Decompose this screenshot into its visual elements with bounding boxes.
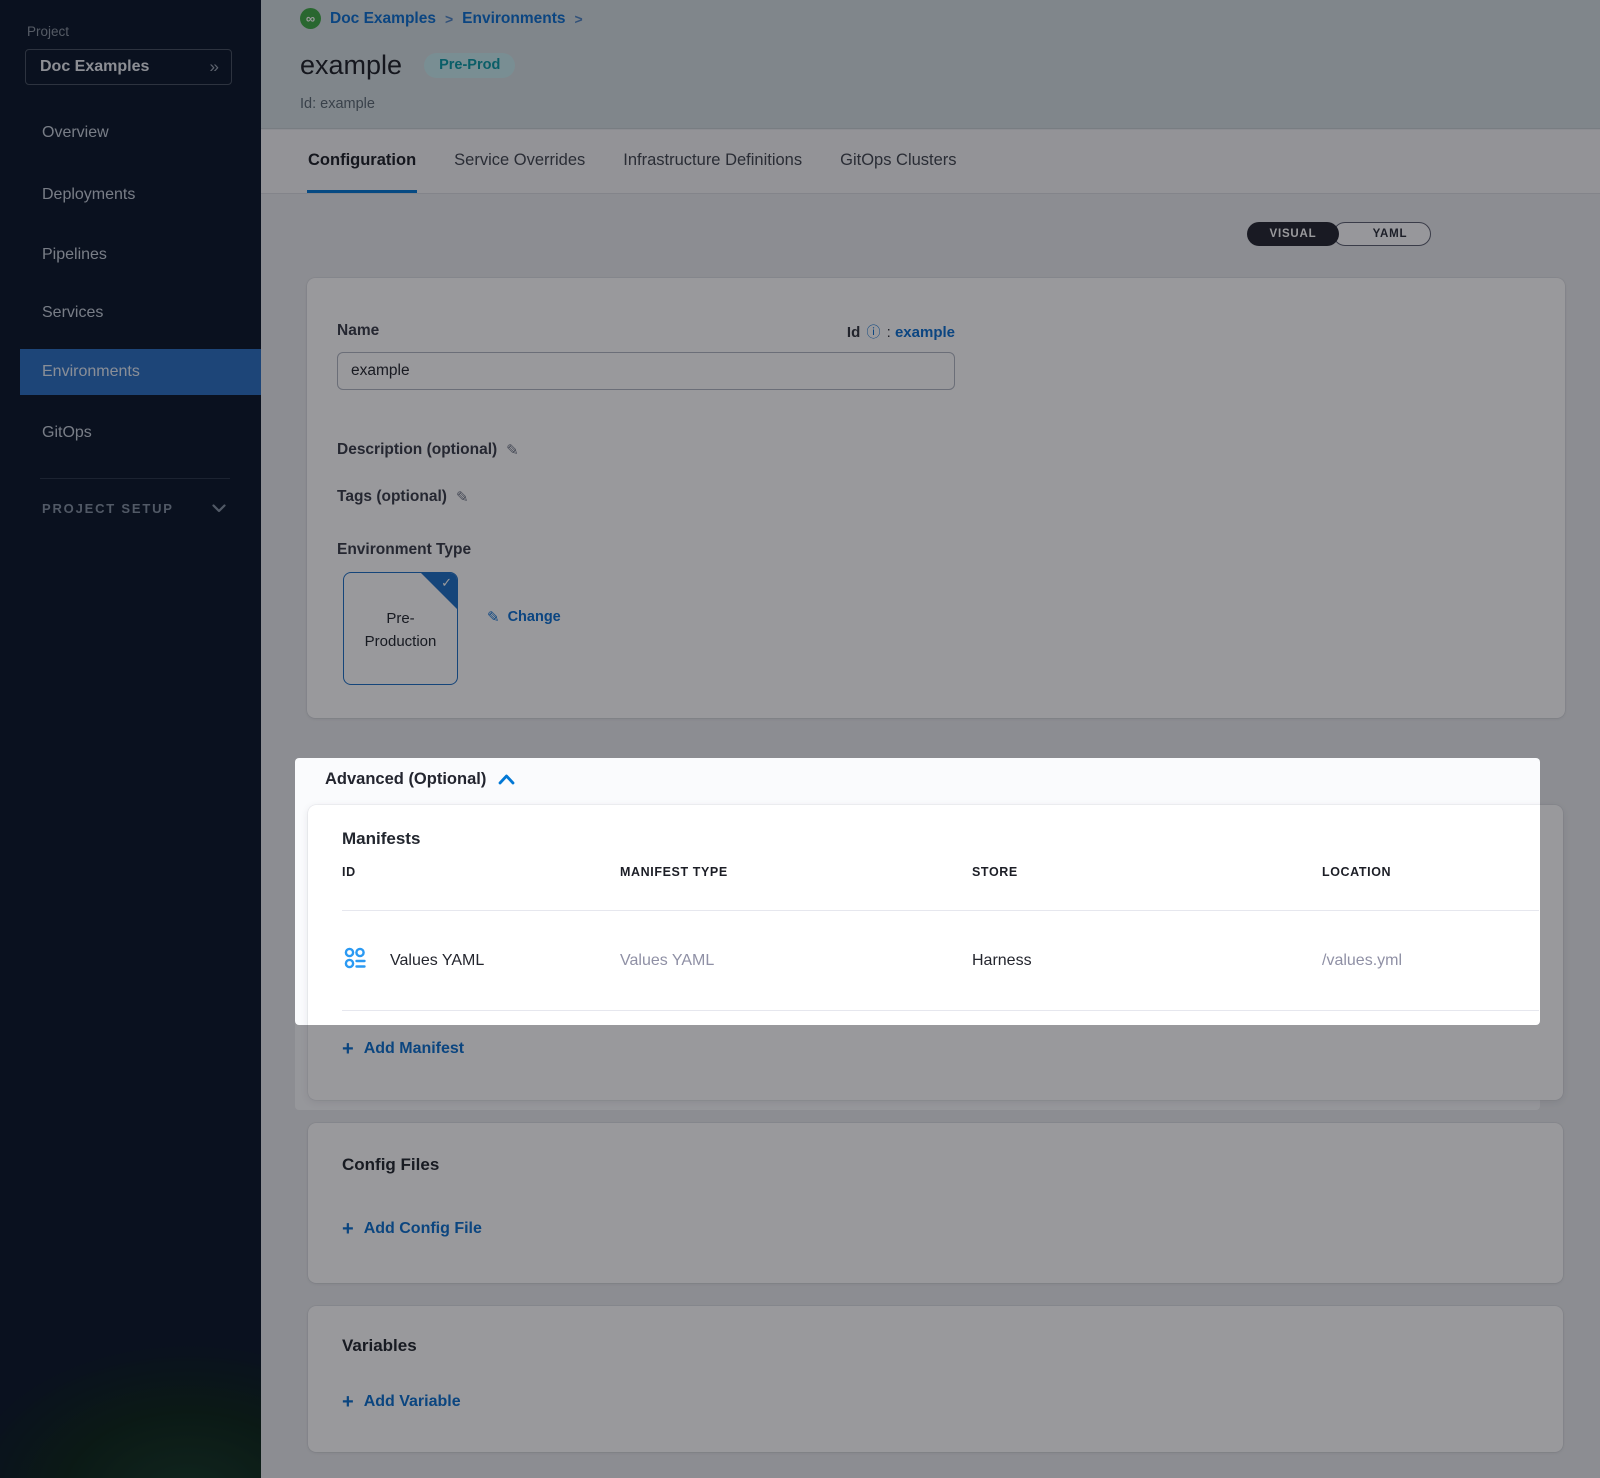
edit-icon: ✎	[487, 608, 500, 626]
sidebar-item-environments[interactable]: Environments	[20, 349, 261, 395]
manifest-location-cell: /values.yml	[1322, 952, 1402, 970]
name-input[interactable]	[337, 352, 955, 390]
breadcrumb-separator: >	[445, 11, 453, 27]
plus-icon: +	[342, 1039, 354, 1059]
column-header-store: STORE	[972, 865, 1018, 879]
visual-yaml-toggle: YAML VISUAL	[1247, 222, 1431, 246]
sidebar-item-overview[interactable]: Overview	[42, 120, 109, 146]
column-header-location: LOCATION	[1322, 865, 1391, 879]
description-label: Description (optional)	[337, 441, 497, 459]
edit-description-icon[interactable]: ✎	[506, 441, 519, 459]
id-colon: :	[887, 324, 891, 341]
config-files-card: Config Files + Add Config File	[308, 1123, 1563, 1283]
page-header: ∞ Doc Examples > Environments > example …	[261, 0, 1600, 129]
tab-configuration[interactable]: Configuration	[307, 130, 417, 193]
add-variable-label: Add Variable	[364, 1393, 461, 1411]
tab-bar: Configuration Service Overrides Infrastr…	[261, 130, 1600, 194]
entity-id: Id: example	[300, 96, 375, 112]
plus-icon: +	[342, 1219, 354, 1239]
id-row: Id ⓘ : example	[337, 322, 955, 342]
manifest-id-cell: Values YAML	[390, 952, 484, 970]
add-config-file-label: Add Config File	[364, 1220, 482, 1238]
sidebar-item-environments-label: Environments	[42, 349, 140, 395]
collapse-advanced-button[interactable]	[498, 774, 515, 785]
breadcrumb-separator: >	[575, 11, 583, 27]
tab-service-overrides[interactable]: Service Overrides	[453, 130, 586, 193]
env-type-value: Pre-Production	[344, 607, 457, 654]
id-prefix: Id	[847, 324, 860, 341]
chevron-up-icon	[498, 774, 515, 785]
sidebar-item-gitops[interactable]: GitOps	[42, 420, 92, 446]
id-value-link[interactable]: example	[895, 324, 955, 341]
sidebar-divider	[40, 478, 230, 479]
project-setup-section[interactable]: PROJECT SETUP	[42, 501, 226, 516]
change-env-type-button[interactable]: ✎ Change	[487, 608, 561, 626]
table-divider	[342, 910, 1539, 911]
toggle-yaml[interactable]: YAML	[1333, 222, 1431, 246]
sidebar-item-pipelines[interactable]: Pipelines	[42, 242, 107, 268]
description-row: Description (optional) ✎	[337, 441, 519, 459]
environment-form-card: Name Id ⓘ : example Description (optiona…	[307, 278, 1565, 718]
add-manifest-label: Add Manifest	[364, 1040, 464, 1058]
breadcrumb: ∞ Doc Examples > Environments >	[300, 8, 583, 29]
edit-tags-icon[interactable]: ✎	[456, 488, 469, 506]
check-icon: ✓	[441, 575, 452, 591]
harness-cd-icon: ∞	[300, 8, 321, 29]
add-variable-button[interactable]: + Add Variable	[342, 1392, 461, 1412]
project-label: Project	[27, 24, 69, 39]
tab-infrastructure-definitions[interactable]: Infrastructure Definitions	[622, 130, 803, 193]
toggle-visual[interactable]: VISUAL	[1247, 222, 1339, 246]
project-setup-label: PROJECT SETUP	[42, 501, 174, 516]
change-label: Change	[508, 609, 561, 625]
values-yaml-manifest-icon	[342, 945, 368, 971]
advanced-header: Advanced (Optional)	[325, 770, 515, 789]
chevron-down-icon	[212, 504, 226, 513]
variables-card: Variables + Add Variable	[308, 1306, 1563, 1452]
add-manifest-button[interactable]: + Add Manifest	[342, 1039, 464, 1059]
manifests-title: Manifests	[342, 829, 420, 849]
config-files-title: Config Files	[342, 1155, 439, 1175]
column-header-manifest-type: MANIFEST TYPE	[620, 865, 728, 879]
page-title: example	[300, 50, 402, 81]
tab-gitops-clusters[interactable]: GitOps Clusters	[839, 130, 957, 193]
advanced-title: Advanced (Optional)	[325, 770, 486, 789]
table-divider	[342, 1010, 1539, 1011]
tags-label: Tags (optional)	[337, 488, 447, 506]
sidebar-item-services[interactable]: Services	[42, 300, 103, 326]
environment-type-label: Environment Type	[337, 541, 471, 559]
project-selector[interactable]: Doc Examples »	[25, 49, 232, 85]
env-type-badge: Pre-Prod	[424, 53, 515, 78]
project-name: Doc Examples	[40, 58, 210, 76]
tags-row: Tags (optional) ✎	[337, 488, 469, 506]
environment-configuration-page: Project Doc Examples » Overview Deployme…	[0, 0, 1600, 1478]
title-row: example Pre-Prod	[300, 50, 515, 81]
info-icon[interactable]: ⓘ	[866, 324, 880, 340]
env-type-preproduction-card[interactable]: ✓ Pre-Production	[343, 572, 458, 685]
plus-icon: +	[342, 1392, 354, 1412]
sidebar-wave-decoration	[0, 1258, 261, 1478]
breadcrumb-environments[interactable]: Environments	[462, 10, 565, 28]
variables-title: Variables	[342, 1336, 417, 1356]
breadcrumb-project[interactable]: Doc Examples	[330, 10, 436, 28]
add-config-file-button[interactable]: + Add Config File	[342, 1219, 482, 1239]
column-header-id: ID	[342, 865, 356, 879]
sidebar: Project Doc Examples » Overview Deployme…	[0, 0, 261, 1478]
manifest-store-cell: Harness	[972, 952, 1032, 970]
manifest-type-cell: Values YAML	[620, 952, 714, 970]
manifests-card: Manifests ID MANIFEST TYPE STORE LOCATIO…	[308, 805, 1563, 1100]
expand-sidebar-icon[interactable]: »	[210, 57, 217, 77]
sidebar-item-deployments[interactable]: Deployments	[42, 182, 135, 208]
